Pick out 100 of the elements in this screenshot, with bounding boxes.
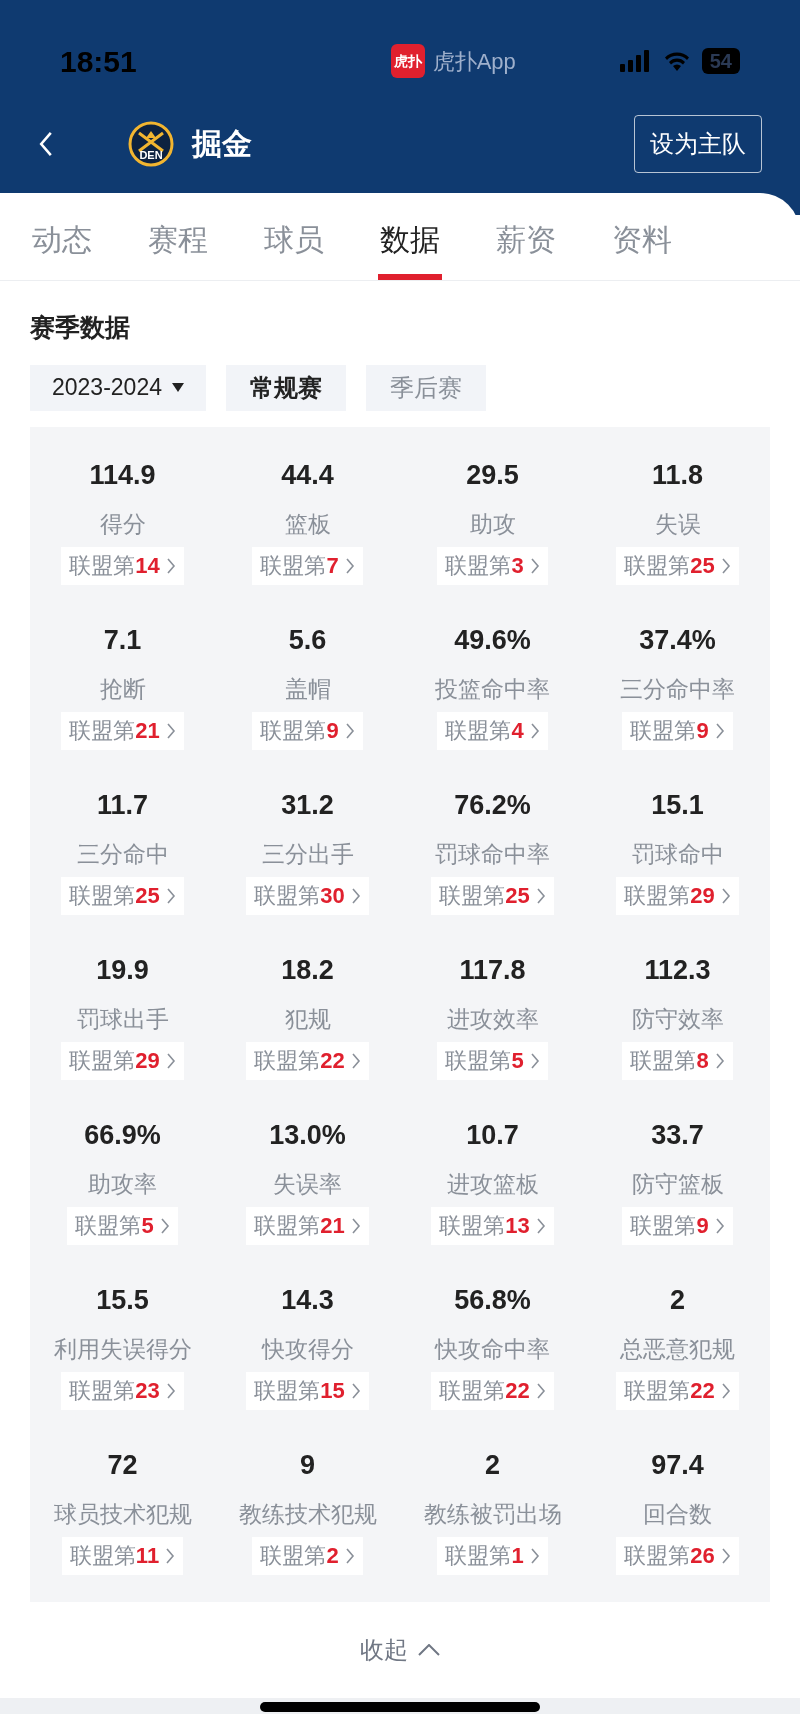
chevron-right-icon	[344, 721, 355, 740]
season-type-filter[interactable]: 常规赛	[226, 364, 346, 411]
stat-value: 7.1	[103, 623, 142, 657]
team-logo: DEN	[128, 120, 174, 167]
stat-label: 进攻篮板	[446, 1169, 539, 1199]
league-rank-link[interactable]: 联盟第22	[431, 1371, 554, 1410]
collapse-button[interactable]: 收起	[360, 1631, 440, 1668]
back-to-app-label[interactable]: 虎扑App	[432, 44, 516, 78]
stat-value: 33.7	[651, 1118, 704, 1152]
chevron-right-icon	[165, 721, 176, 740]
stat-value: 18.2	[281, 953, 334, 987]
stat-label: 进攻效率	[446, 1004, 539, 1034]
league-rank-link[interactable]: 联盟第13	[431, 1206, 554, 1245]
tab[interactable]: 数据	[378, 217, 442, 280]
chevron-right-icon	[720, 1381, 731, 1400]
chevron-right-icon	[535, 886, 546, 905]
stat-label: 防守效率	[631, 1004, 724, 1034]
tab[interactable]: 薪资	[494, 217, 558, 280]
stat-label: 三分出手	[261, 839, 354, 869]
stat-value: 112.3	[644, 953, 711, 987]
tab[interactable]: 资料	[610, 217, 674, 280]
stat-value: 76.2%	[454, 788, 531, 822]
stat-label: 回合数	[643, 1499, 712, 1529]
stat-value: 10.7	[466, 1118, 519, 1152]
chevron-right-icon	[344, 556, 355, 575]
stat-value: 11.8	[651, 458, 704, 492]
stat-label: 罚球命中	[631, 839, 724, 869]
league-rank-link[interactable]: 联盟第26	[616, 1536, 739, 1575]
stat-value: 15.1	[651, 788, 704, 822]
chevron-right-icon	[535, 1381, 546, 1400]
stat-value: 29.5	[466, 458, 519, 492]
league-rank-link[interactable]: 联盟第25	[431, 876, 554, 915]
stat-label: 犯规	[284, 1004, 331, 1034]
chevron-right-icon	[529, 1051, 540, 1070]
stat-label: 教练技术犯规	[238, 1499, 377, 1529]
league-rank-link[interactable]: 联盟第8	[622, 1041, 733, 1080]
season-dropdown[interactable]: 2023-2024	[30, 364, 206, 411]
stat-value: 2	[670, 1283, 685, 1317]
stat-value: 56.8%	[454, 1283, 531, 1317]
league-rank-link[interactable]: 联盟第1	[437, 1536, 548, 1575]
stat-value: 37.4%	[639, 623, 716, 657]
caret-icon	[172, 383, 184, 392]
league-rank-link[interactable]: 联盟第15	[246, 1371, 369, 1410]
stat-value: 31.2	[281, 788, 334, 822]
stat-value: 19.9	[96, 953, 149, 987]
chevron-right-icon	[529, 556, 540, 575]
league-rank-link[interactable]: 联盟第29	[61, 1041, 184, 1080]
league-rank-link[interactable]: 联盟第3	[437, 546, 548, 585]
season-type-filter[interactable]: 季后赛	[366, 364, 486, 411]
stat-value: 44.4	[281, 458, 334, 492]
chevron-right-icon	[159, 1216, 170, 1235]
stat-label: 篮板	[284, 509, 331, 539]
chevron-right-icon	[529, 1546, 540, 1565]
chevron-right-icon	[720, 556, 731, 575]
stat-label: 三分命中率	[620, 674, 735, 704]
stat-value: 5.6	[288, 623, 327, 657]
stat-label: 抢断	[99, 674, 146, 704]
league-rank-link[interactable]: 联盟第22	[246, 1041, 369, 1080]
tab[interactable]: 球员	[262, 217, 326, 280]
chevron-right-icon	[344, 1546, 355, 1565]
league-rank-link[interactable]: 联盟第2	[252, 1536, 363, 1575]
league-rank-link[interactable]: 联盟第11	[61, 1536, 184, 1575]
chevron-right-icon	[535, 1216, 546, 1235]
league-rank-link[interactable]: 联盟第7	[252, 546, 363, 585]
chevron-right-icon	[165, 1051, 176, 1070]
stat-label: 罚球出手	[76, 1004, 169, 1034]
league-rank-link[interactable]: 联盟第30	[246, 876, 369, 915]
chevron-right-icon	[350, 1216, 361, 1235]
team-name: 掘金	[192, 126, 252, 162]
league-rank-link[interactable]: 联盟第21	[246, 1206, 369, 1245]
stat-label: 罚球命中率	[435, 839, 550, 869]
league-rank-link[interactable]: 联盟第9	[622, 711, 733, 750]
league-rank-link[interactable]: 联盟第25	[616, 546, 739, 585]
chevron-right-icon	[165, 886, 176, 905]
league-rank-link[interactable]: 联盟第22	[616, 1371, 739, 1410]
stat-label: 失误	[654, 509, 701, 539]
signal-icon	[619, 50, 652, 72]
stat-label: 盖帽	[284, 674, 331, 704]
league-rank-link[interactable]: 联盟第14	[61, 546, 184, 585]
league-rank-link[interactable]: 联盟第21	[61, 711, 184, 750]
league-rank-link[interactable]: 联盟第4	[437, 711, 548, 750]
stat-label: 防守篮板	[631, 1169, 724, 1199]
set-home-team-button[interactable]: 设为主队	[634, 114, 762, 173]
league-rank-link[interactable]: 联盟第9	[622, 1206, 733, 1245]
league-rank-link[interactable]: 联盟第5	[437, 1041, 548, 1080]
stat-label: 利用失误得分	[53, 1334, 192, 1364]
tab[interactable]: 赛程	[146, 217, 210, 280]
stat-value: 11.7	[96, 788, 149, 822]
chevron-right-icon	[714, 1216, 725, 1235]
stat-label: 得分	[99, 509, 146, 539]
league-rank-link[interactable]: 联盟第5	[67, 1206, 178, 1245]
chevron-right-icon	[350, 886, 361, 905]
stat-value: 13.0%	[269, 1118, 346, 1152]
league-rank-link[interactable]: 联盟第23	[61, 1371, 184, 1410]
league-rank-link[interactable]: 联盟第29	[616, 876, 739, 915]
stat-value: 72	[107, 1448, 138, 1482]
league-rank-link[interactable]: 联盟第9	[252, 711, 363, 750]
league-rank-link[interactable]: 联盟第25	[61, 876, 184, 915]
stat-value: 15.5	[96, 1283, 149, 1317]
tab[interactable]: 动态	[30, 217, 94, 280]
